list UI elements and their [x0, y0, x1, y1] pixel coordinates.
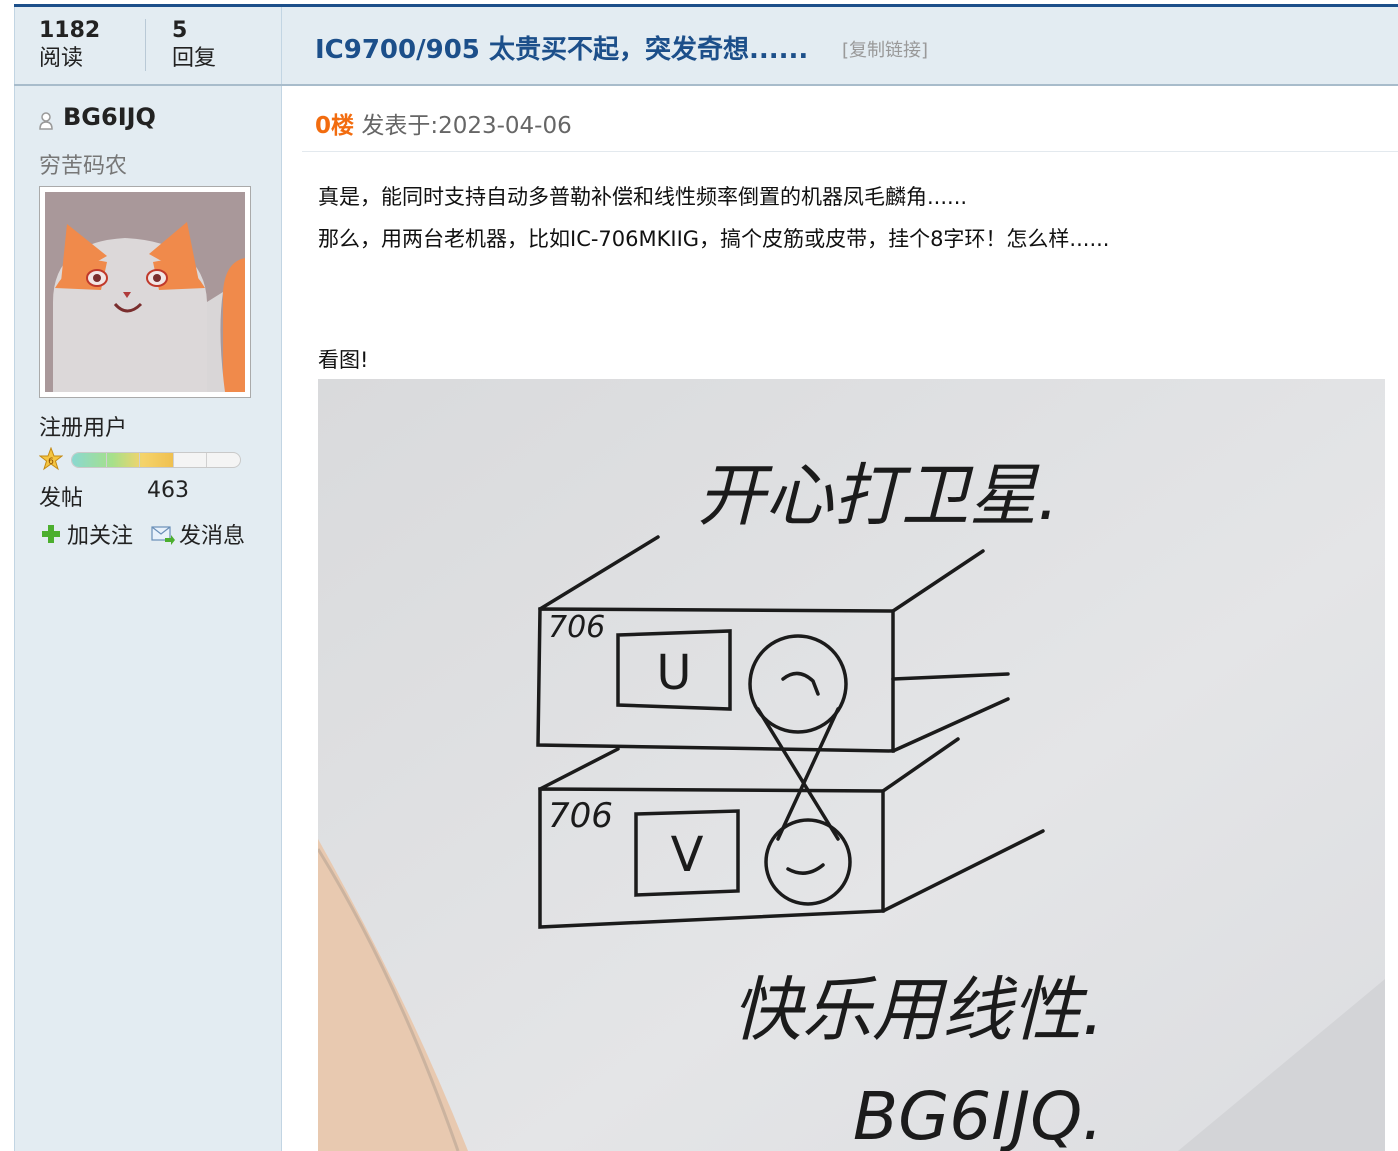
- level-progress-bar: [71, 452, 241, 468]
- copy-link[interactable]: [复制链接]: [842, 36, 928, 62]
- svg-text:6: 6: [48, 457, 54, 467]
- sketch-bottom-model: 706: [548, 796, 613, 836]
- posted-label: 发表于:: [361, 113, 439, 139]
- views-count: 1182: [39, 18, 101, 43]
- cat-avatar-icon: [45, 192, 245, 392]
- level-tick: [106, 453, 107, 467]
- sketch-bottom-band: V: [671, 827, 704, 883]
- level-tick: [139, 453, 140, 467]
- plus-icon: [42, 525, 60, 543]
- author-title: 穷苦码农: [39, 154, 128, 179]
- replies-stat: 5 回复: [172, 17, 216, 73]
- post-floor[interactable]: 0楼: [315, 113, 354, 139]
- follow-label: 加关注: [67, 524, 134, 549]
- post-line: 真是，能同时支持自动多普勒补偿和线性频率倒置的机器凤毛麟角......: [318, 185, 968, 209]
- posts-label: 发帖: [39, 486, 84, 511]
- level-progress-fill: [72, 453, 173, 467]
- author-group: 注册用户: [39, 416, 128, 441]
- thread-header: IC9700/905 太贵买不起，突发奇想...... [复制链接]: [282, 7, 1398, 84]
- sketch-caption-top: 开心打卫星.: [697, 457, 1059, 536]
- avatar[interactable]: [39, 186, 251, 398]
- send-message-button[interactable]: 发消息: [151, 518, 245, 550]
- sketch-signature: BG6IJQ.: [853, 1078, 1103, 1151]
- post-image-sketch[interactable]: 开心打卫星. 706 U 706 V 快乐用线性. BG6IJQ.: [318, 379, 1385, 1151]
- level-tick: [173, 453, 174, 467]
- follow-button[interactable]: 加关注: [39, 518, 133, 550]
- sketch-caption-bottom: 快乐用线性.: [732, 969, 1104, 1051]
- sketch-top-model: 706: [548, 610, 605, 645]
- author-username[interactable]: BG6IJQ: [63, 103, 156, 131]
- sketch-drawing: 开心打卫星. 706 U 706 V 快乐用线性. BG6IJQ.: [318, 379, 1385, 1151]
- level-star-icon: 6: [39, 447, 63, 471]
- author-sidebar: BG6IJQ 穷苦码农 注册用户 6 发帖 463 加关注 发消息: [14, 86, 282, 1151]
- look-label: 看图!: [318, 348, 369, 372]
- meta-divider: [302, 151, 1398, 152]
- post-content: 真是，能同时支持自动多普勒补偿和线性频率倒置的机器凤毛麟角...... 那么，用…: [318, 176, 1109, 260]
- post-line: 那么，用两台老机器，比如IC-706MKIIG，搞个皮筋或皮带，挂个8字环！怎么…: [318, 227, 1110, 251]
- sketch-top-band: U: [656, 645, 691, 701]
- replies-count: 5: [172, 18, 188, 43]
- post-date: 2023-04-06: [438, 113, 572, 139]
- level-tick: [206, 453, 207, 467]
- thread-stats: 1182 阅读 5 回复: [14, 7, 282, 84]
- envelope-icon: [151, 526, 175, 545]
- thread-title[interactable]: IC9700/905 太贵买不起，突发奇想......: [315, 29, 808, 66]
- views-stat: 1182 阅读: [39, 17, 100, 73]
- stats-divider: [145, 19, 146, 71]
- views-label: 阅读: [39, 46, 84, 71]
- offline-user-icon: [39, 112, 53, 130]
- posts-count[interactable]: 463: [147, 478, 189, 503]
- post-meta: 0楼 发表于:2023-04-06: [315, 106, 572, 140]
- message-label: 发消息: [179, 524, 246, 549]
- replies-label: 回复: [172, 46, 217, 71]
